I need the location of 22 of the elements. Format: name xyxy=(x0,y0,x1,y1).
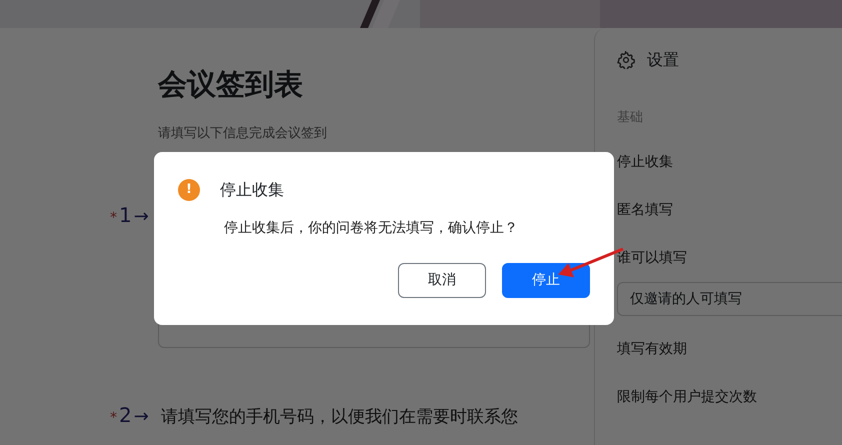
stop-button[interactable]: 停止 xyxy=(502,263,590,298)
cancel-button[interactable]: 取消 xyxy=(398,263,486,298)
form-description: 请填写以下信息完成会议签到 xyxy=(158,125,328,143)
setting-label: 停止收集 xyxy=(617,152,674,172)
question-text: 请填写您的手机号码，以便我们在需要时联系您 xyxy=(160,406,518,428)
panel-title: 设置 xyxy=(647,49,679,71)
setting-label: 匿名填写 xyxy=(617,200,674,220)
arrow-icon: → xyxy=(134,402,149,430)
dialog-title: 停止收集 xyxy=(220,179,284,201)
arrow-icon: → xyxy=(134,202,149,230)
question-number: 1 xyxy=(119,202,132,228)
access-select[interactable]: 仅邀请的人可填写 xyxy=(617,282,842,316)
settings-icon xyxy=(617,51,635,69)
setting-label: 谁可以填写 xyxy=(617,248,688,268)
required-mark: * xyxy=(110,208,117,228)
question-number: 2 xyxy=(119,402,132,428)
form-title: 会议签到表 xyxy=(158,66,304,103)
setting-label: 限制每个用户提交次数 xyxy=(617,388,758,406)
required-mark: * xyxy=(110,408,117,428)
dialog-message: 停止收集后，你的问卷将无法填写，确认停止？ xyxy=(224,219,519,238)
setting-label: 填写有效期 xyxy=(617,340,688,358)
warning-icon: ! xyxy=(178,179,200,201)
